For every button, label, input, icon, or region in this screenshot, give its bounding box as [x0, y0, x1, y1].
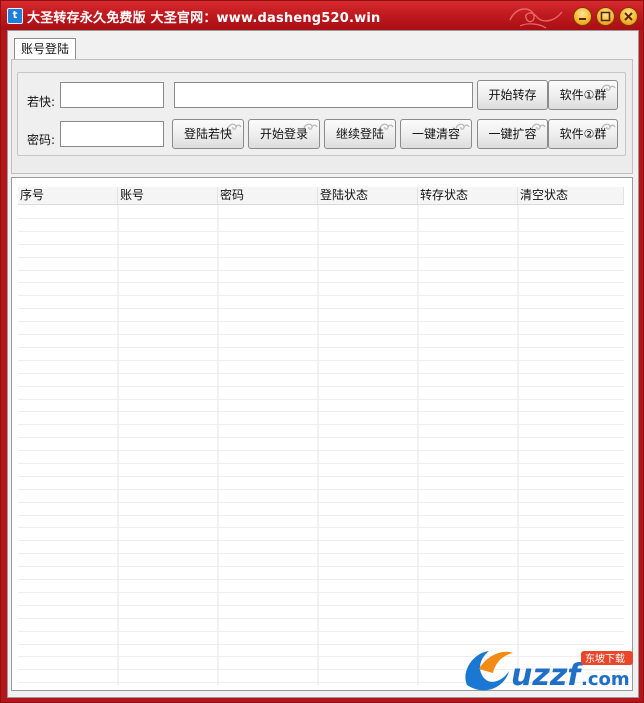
table-header: 序号 账号 密码 登陆状态 转存状态 清空状态 [18, 187, 624, 205]
one-click-clear-button[interactable]: 一键清容 [400, 119, 472, 149]
software-group-1-label: 软件①群 [559, 88, 607, 102]
column-header-clear-status[interactable]: 清空状态 [518, 187, 624, 204]
column-header-password[interactable]: 密码 [218, 187, 318, 204]
maximize-button[interactable] [596, 7, 615, 26]
column-header-transfer-status[interactable]: 转存状态 [418, 187, 518, 204]
uzzf-watermark-logo: uzzf .com 东坡下载 [465, 651, 633, 693]
close-icon [624, 12, 633, 21]
software-group-2-button[interactable]: 软件②群 [548, 119, 618, 149]
one-click-clear-label: 一键清容 [411, 127, 460, 141]
software-group-2-label: 软件②群 [559, 127, 607, 141]
start-transfer-label: 开始转存 [488, 88, 537, 102]
minimize-button[interactable] [573, 7, 592, 26]
close-button[interactable] [619, 7, 638, 26]
start-login-button[interactable]: 开始登录 [248, 119, 320, 149]
window-title: 大圣转存永久免费版 大圣官网：www.dasheng520.win [27, 11, 381, 26]
one-click-expand-button[interactable]: 一键扩容 [477, 119, 548, 149]
maximize-icon [600, 11, 611, 22]
ruokuai-input[interactable] [60, 82, 164, 108]
client-area: 账号登陆 若快: 开始转存 软件①群 密码: 登陆若快 开始登录 继续登陆 一键… [7, 30, 639, 698]
cloud-swirl-decoration [509, 8, 563, 29]
app-icon: t [7, 8, 23, 24]
long-input[interactable] [174, 82, 473, 108]
ruokuai-label: 若快: [27, 95, 56, 109]
start-login-label: 开始登录 [259, 127, 308, 141]
app-window: t 大圣转存永久免费版 大圣官网：www.dasheng520.win 账号登陆… [0, 0, 644, 703]
svg-text:东坡下载: 东坡下载 [585, 652, 625, 665]
column-header-index[interactable]: 序号 [18, 187, 118, 204]
continue-login-button[interactable]: 继续登陆 [324, 119, 396, 149]
login-ruokuai-button[interactable]: 登陆若快 [172, 119, 244, 149]
password-label: 密码: [27, 133, 56, 147]
tab-account-login[interactable]: 账号登陆 [14, 38, 76, 60]
login-controls: 若快: 开始转存 软件①群 密码: 登陆若快 开始登录 继续登陆 一键清容 一键… [17, 72, 626, 156]
column-header-account[interactable]: 账号 [118, 187, 218, 204]
column-header-login-status[interactable]: 登陆状态 [318, 187, 418, 204]
title-bar[interactable]: t 大圣转存永久免费版 大圣官网：www.dasheng520.win [1, 1, 643, 30]
password-input[interactable] [60, 121, 164, 147]
continue-login-label: 继续登陆 [335, 127, 384, 141]
software-group-1-button[interactable]: 软件①群 [548, 80, 618, 110]
login-ruokuai-label: 登陆若快 [183, 127, 232, 141]
svg-text:.com: .com [581, 669, 630, 690]
start-transfer-button[interactable]: 开始转存 [477, 80, 548, 110]
account-table[interactable]: 序号 账号 密码 登陆状态 转存状态 清空状态 [11, 177, 633, 691]
login-panel: 若快: 开始转存 软件①群 密码: 登陆若快 开始登录 继续登陆 一键清容 一键… [11, 59, 633, 174]
one-click-expand-label: 一键扩容 [488, 127, 537, 141]
svg-text:uzzf: uzzf [511, 658, 584, 693]
minimize-icon [579, 18, 586, 20]
table-grid [18, 205, 624, 685]
